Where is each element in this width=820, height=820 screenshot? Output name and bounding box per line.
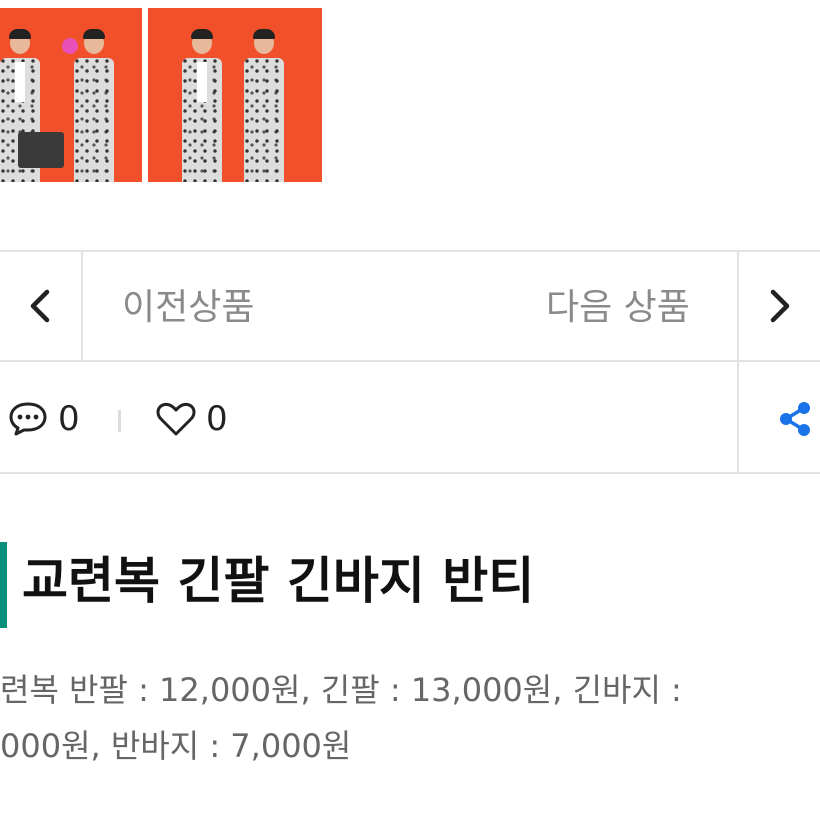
product-description-line-1: 련복 반팔 : 12,000원, 긴팔 : 13,000원, 긴바지 : (0, 671, 682, 709)
comment-counter[interactable]: 0 (8, 396, 80, 442)
briefcase-prop (18, 132, 64, 168)
heart-icon (156, 402, 196, 436)
next-product-button[interactable] (739, 252, 820, 360)
share-button[interactable] (770, 396, 820, 442)
chevron-right-icon (770, 289, 789, 323)
speech-bubble-icon (9, 402, 47, 436)
title-accent-bar (0, 542, 7, 628)
model-figure (182, 29, 222, 182)
model-figure (74, 29, 114, 182)
prev-product-link[interactable]: 이전상품 (122, 284, 254, 332)
like-counter[interactable]: 0 (156, 396, 228, 442)
like-count: 0 (206, 399, 228, 439)
product-title: 교련복 긴팔 긴바지 반티 (22, 552, 535, 610)
product-description-line-2: 000원, 반바지 : 7,000원 (0, 727, 352, 765)
product-photo-strip (0, 0, 322, 182)
model-figure (244, 29, 284, 182)
chevron-left-icon (30, 289, 50, 323)
product-photo-1[interactable] (0, 8, 142, 182)
balloon-prop (62, 38, 78, 54)
divider (0, 472, 820, 474)
prev-product-button[interactable] (0, 252, 80, 360)
divider (0, 250, 820, 252)
divider (0, 360, 820, 362)
next-product-link[interactable]: 다음 상품 (546, 284, 690, 332)
divider (81, 252, 83, 360)
divider (737, 362, 739, 472)
comment-count: 0 (58, 399, 80, 439)
product-photo-2[interactable] (148, 8, 322, 182)
separator (118, 410, 121, 432)
share-icon (780, 402, 810, 436)
